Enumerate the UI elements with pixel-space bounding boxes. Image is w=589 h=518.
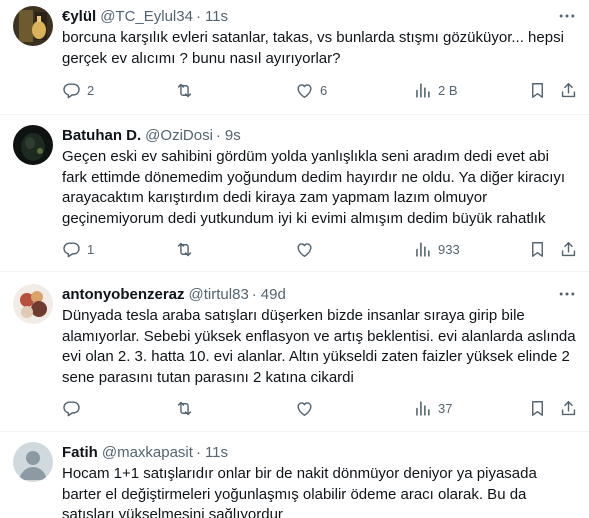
more-icon[interactable] (557, 6, 577, 26)
more-icon[interactable] (557, 284, 577, 304)
share-icon (559, 81, 578, 100)
reply-icon (62, 399, 81, 418)
avatar[interactable] (13, 6, 53, 46)
username[interactable]: @maxkapasit (102, 444, 193, 461)
tweet[interactable]: €ylül @TC_Eylul34 · 11s borcuna karşılık… (0, 0, 589, 115)
views-button[interactable]: 2 B (413, 80, 458, 100)
tweet-text: borcuna karşılık evleri satanlar, takas,… (62, 29, 564, 67)
timestamp[interactable]: 49d (261, 286, 286, 303)
like-icon (295, 240, 314, 259)
bookmark-button[interactable] (528, 239, 547, 259)
tweet[interactable]: Fatih @maxkapasit · 11s Hocam 1+1 satışl… (0, 432, 589, 518)
action-bar: 37 (62, 398, 577, 418)
tweet-text: Geçen eski ev sahibini gördüm yolda yanl… (62, 148, 566, 227)
share-icon (559, 399, 578, 418)
tweet-header: Batuhan D. @OziDosi · 9s (62, 125, 241, 145)
tweet-header: Fatih @maxkapasit · 11s (62, 442, 228, 462)
tweet-text: Hocam 1+1 satışlarıdır onlar bir de naki… (62, 465, 537, 518)
reply-button[interactable]: 2 (62, 80, 94, 100)
timestamp[interactable]: 11s (205, 8, 228, 25)
reply-icon (62, 81, 81, 100)
reply-count: 1 (87, 241, 95, 257)
action-bar: 2 6 2 B (62, 80, 577, 100)
like-icon (295, 399, 314, 418)
display-name[interactable]: €ylül (62, 8, 96, 25)
separator: · (251, 285, 257, 303)
bookmark-button[interactable] (528, 80, 547, 100)
views-count: 2 B (438, 82, 458, 98)
tweet[interactable]: antonyobenzeraz @tirtul83 · 49d Dünyada … (0, 272, 589, 432)
share-button[interactable] (559, 80, 578, 100)
tweet-header: antonyobenzeraz @tirtul83 · 49d (62, 284, 286, 304)
separator: · (195, 7, 201, 25)
reply-button[interactable]: 1 (62, 239, 94, 259)
repost-button[interactable] (175, 398, 200, 418)
separator: · (215, 126, 221, 144)
avatar[interactable] (13, 442, 53, 482)
repost-icon (175, 399, 194, 418)
username[interactable]: @TC_Eylul34 (100, 8, 193, 25)
repost-icon (175, 81, 194, 100)
separator: · (195, 443, 201, 461)
timestamp[interactable]: 11s (205, 444, 228, 461)
tweet-text: Dünyada tesla araba satışları düşerken b… (62, 307, 576, 386)
views-count: 933 (438, 241, 460, 257)
repost-icon (175, 240, 194, 259)
repost-button[interactable] (175, 80, 200, 100)
like-count: 6 (320, 82, 328, 98)
avatar[interactable] (13, 125, 53, 165)
views-count: 37 (438, 400, 453, 416)
like-button[interactable] (295, 398, 320, 418)
bookmark-icon (528, 240, 547, 259)
like-icon (295, 81, 314, 100)
tweet[interactable]: Batuhan D. @OziDosi · 9s Geçen eski ev s… (0, 115, 589, 272)
views-button[interactable]: 933 (413, 239, 460, 259)
username[interactable]: @tirtul83 (189, 286, 249, 303)
reply-icon (62, 240, 81, 259)
bookmark-button[interactable] (528, 398, 547, 418)
display-name[interactable]: Batuhan D. (62, 127, 141, 144)
tweet-header: €ylül @TC_Eylul34 · 11s (62, 6, 228, 26)
share-button[interactable] (559, 239, 578, 259)
display-name[interactable]: Fatih (62, 444, 98, 461)
reply-count: 2 (87, 82, 95, 98)
reply-button[interactable] (62, 398, 87, 418)
action-bar: 1 933 (62, 239, 577, 259)
bookmark-icon (528, 81, 547, 100)
share-button[interactable] (559, 398, 578, 418)
share-icon (559, 240, 578, 259)
views-button[interactable]: 37 (413, 398, 452, 418)
like-button[interactable]: 6 (295, 80, 327, 100)
views-icon (413, 399, 432, 418)
like-button[interactable] (295, 239, 320, 259)
views-icon (413, 81, 432, 100)
bookmark-icon (528, 399, 547, 418)
display-name[interactable]: antonyobenzeraz (62, 286, 185, 303)
avatar[interactable] (13, 284, 53, 324)
timestamp[interactable]: 9s (225, 127, 241, 144)
views-icon (413, 240, 432, 259)
repost-button[interactable] (175, 239, 200, 259)
username[interactable]: @OziDosi (145, 127, 213, 144)
